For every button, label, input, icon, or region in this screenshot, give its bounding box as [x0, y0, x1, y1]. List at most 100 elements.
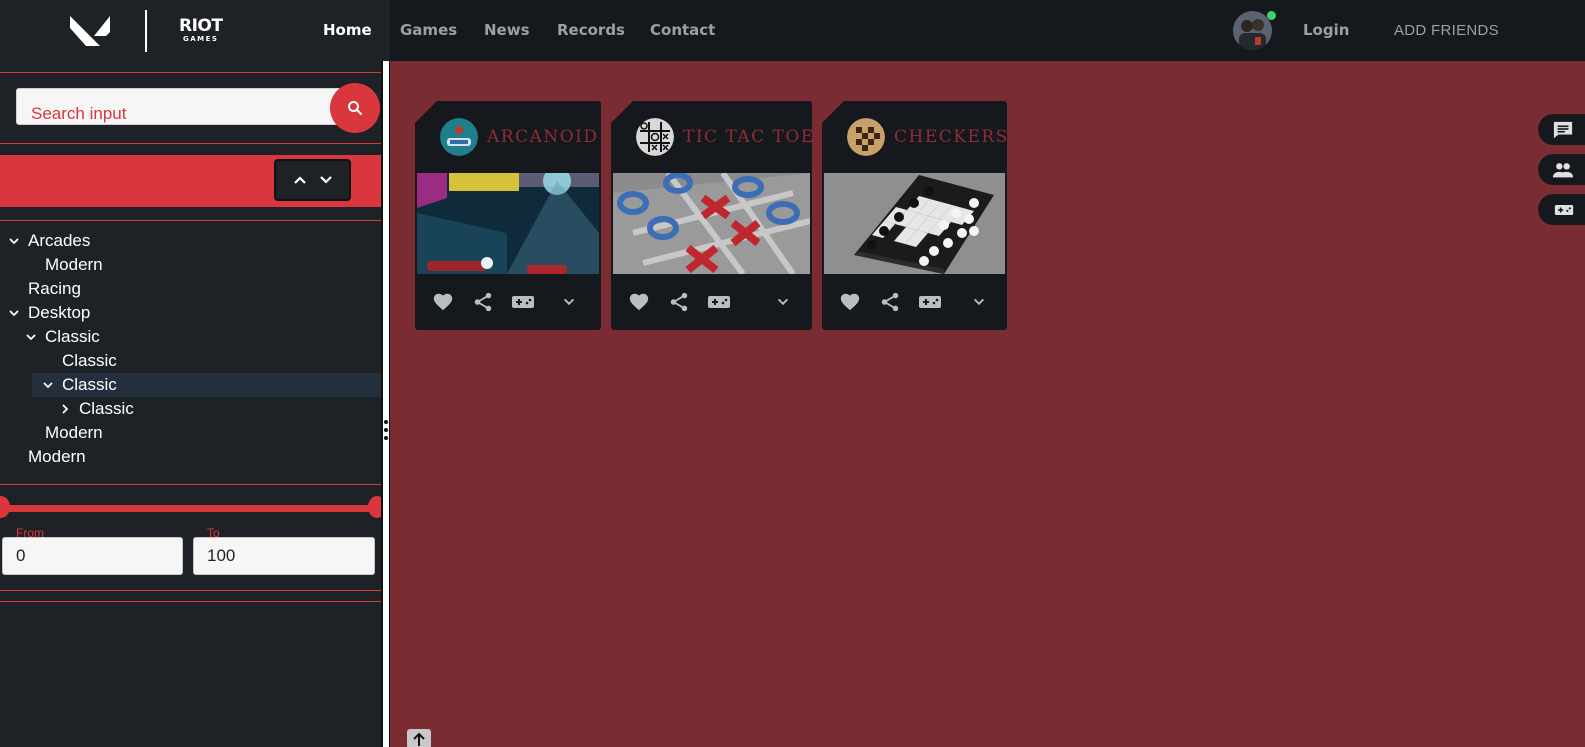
valorant-logo-icon[interactable] [68, 14, 112, 48]
expand-button[interactable] [557, 290, 581, 314]
card-header: TIC TAC TOE [611, 101, 812, 173]
share-button[interactable] [878, 290, 902, 314]
search-button[interactable] [330, 83, 380, 133]
category-tree: Arcades Modern Racing Desktop Classic Cl… [0, 229, 381, 469]
nav-home[interactable]: Home [323, 21, 372, 39]
favorite-button[interactable] [627, 290, 651, 314]
chevron-up-icon [293, 176, 306, 184]
favorite-button[interactable] [838, 290, 862, 314]
search-icon [348, 101, 363, 116]
range-to-input[interactable] [193, 537, 375, 575]
card-actions [415, 274, 601, 330]
logo-divider [145, 10, 147, 52]
tree-node-classic[interactable]: Classic [0, 397, 381, 421]
share-button[interactable] [471, 290, 495, 314]
card-actions [611, 274, 812, 330]
divider [0, 590, 381, 591]
heart-icon [433, 293, 453, 311]
sort-ascending-button[interactable] [292, 172, 308, 188]
game-title[interactable]: CHECKERS [894, 127, 1007, 147]
chat-icon [1553, 121, 1573, 138]
tic-tac-toe-logo-icon [636, 118, 674, 156]
games-button[interactable] [1538, 194, 1585, 225]
nav-games[interactable]: Games [400, 21, 457, 39]
search-input[interactable] [16, 88, 342, 125]
friends-button[interactable] [1538, 154, 1585, 185]
sort-controls [274, 159, 351, 201]
sort-bar [0, 155, 381, 207]
range-slider-track[interactable] [0, 505, 376, 512]
heart-icon [840, 293, 860, 311]
expand-button[interactable] [771, 290, 795, 314]
add-friends-button[interactable]: ADD FRIENDS [1394, 22, 1499, 39]
play-button[interactable] [707, 290, 731, 314]
tree-node-racing[interactable]: Racing [0, 277, 381, 301]
game-card-tic-tac-toe[interactable]: TIC TAC TOE [611, 101, 812, 330]
play-button[interactable] [918, 290, 942, 314]
tree-node-modern[interactable]: Modern [0, 253, 381, 277]
tree-node-modern[interactable]: Modern [0, 421, 381, 445]
nav-contact[interactable]: Contact [650, 21, 715, 39]
top-navigation-bar: RIOT GAMES Home Games News Records Conta… [0, 0, 1585, 61]
drag-handle-icon [384, 420, 388, 440]
gamepad-icon [1554, 204, 1574, 215]
chevron-down-icon[interactable] [23, 325, 39, 349]
chevron-down-icon [973, 298, 985, 306]
chevron-right-icon[interactable] [57, 397, 73, 421]
chevron-down-icon [563, 298, 575, 306]
favorite-button[interactable] [431, 290, 455, 314]
gamepad-icon [708, 296, 730, 308]
divider [0, 72, 381, 73]
game-card-checkers[interactable]: CHECKERS [822, 101, 1007, 330]
gamepad-icon [512, 296, 534, 308]
expand-button[interactable] [967, 290, 991, 314]
card-actions [822, 274, 1007, 330]
card-header: ARCANOID [415, 101, 601, 173]
sort-descending-button[interactable] [318, 172, 334, 188]
arrow-up-icon [413, 732, 425, 746]
game-title[interactable]: TIC TAC TOE [683, 127, 812, 147]
tree-node-classic-selected[interactable]: Classic [32, 373, 381, 397]
chevron-down-icon[interactable] [6, 301, 22, 325]
nav-news[interactable]: News [484, 21, 530, 39]
tree-node-classic[interactable]: Classic [0, 325, 381, 349]
share-icon [881, 292, 899, 312]
game-card-arcanoid[interactable]: ARCANOID [415, 101, 601, 330]
share-button[interactable] [667, 290, 691, 314]
panel-resize-handle[interactable] [381, 61, 390, 747]
chevron-down-icon [319, 176, 332, 184]
checkers-logo-icon [847, 118, 885, 156]
tree-node-arcades[interactable]: Arcades [0, 229, 381, 253]
riot-games-logo[interactable]: RIOT GAMES [179, 18, 223, 43]
chat-button[interactable] [1538, 114, 1585, 145]
tree-node-modern[interactable]: Modern [0, 445, 381, 469]
divider [0, 484, 381, 485]
nav-records[interactable]: Records [557, 21, 625, 39]
range-slider-min-handle[interactable] [0, 496, 10, 518]
people-icon [1552, 162, 1574, 177]
divider [0, 220, 381, 221]
heart-icon [629, 293, 649, 311]
share-icon [474, 292, 492, 312]
user-avatar[interactable] [1233, 11, 1272, 50]
divider [0, 143, 381, 144]
arcanoid-logo-icon [440, 118, 478, 156]
gamepad-icon [919, 296, 941, 308]
range-from-input[interactable] [2, 537, 183, 575]
game-thumbnail[interactable] [824, 173, 1005, 274]
scroll-to-top-button[interactable] [407, 729, 431, 747]
tree-node-desktop[interactable]: Desktop [0, 301, 381, 325]
chevron-down-icon [777, 298, 789, 306]
share-icon [670, 292, 688, 312]
chevron-down-icon[interactable] [6, 229, 22, 253]
game-title[interactable]: ARCANOID [487, 127, 599, 147]
login-link[interactable]: Login [1303, 21, 1349, 39]
chevron-down-icon[interactable] [40, 373, 56, 397]
card-header: CHECKERS [822, 101, 1007, 173]
game-thumbnail[interactable] [417, 173, 599, 274]
play-button[interactable] [511, 290, 535, 314]
filter-sidebar: Arcades Modern Racing Desktop Classic Cl… [0, 61, 386, 747]
game-thumbnail[interactable] [613, 173, 810, 274]
tree-node-classic[interactable]: Classic [0, 349, 381, 373]
divider [0, 601, 381, 602]
